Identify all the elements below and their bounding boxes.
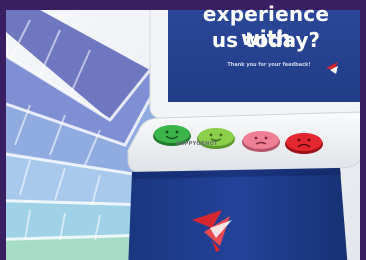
unhappy-button[interactable] xyxy=(242,131,280,152)
screen-thanks-text: Thank you for your feedback! xyxy=(227,62,311,68)
very-unhappy-button[interactable] xyxy=(285,133,323,154)
device-brand-label: HAPPYORNOT xyxy=(176,141,218,147)
screen-headline-line2: us today? xyxy=(211,28,321,52)
